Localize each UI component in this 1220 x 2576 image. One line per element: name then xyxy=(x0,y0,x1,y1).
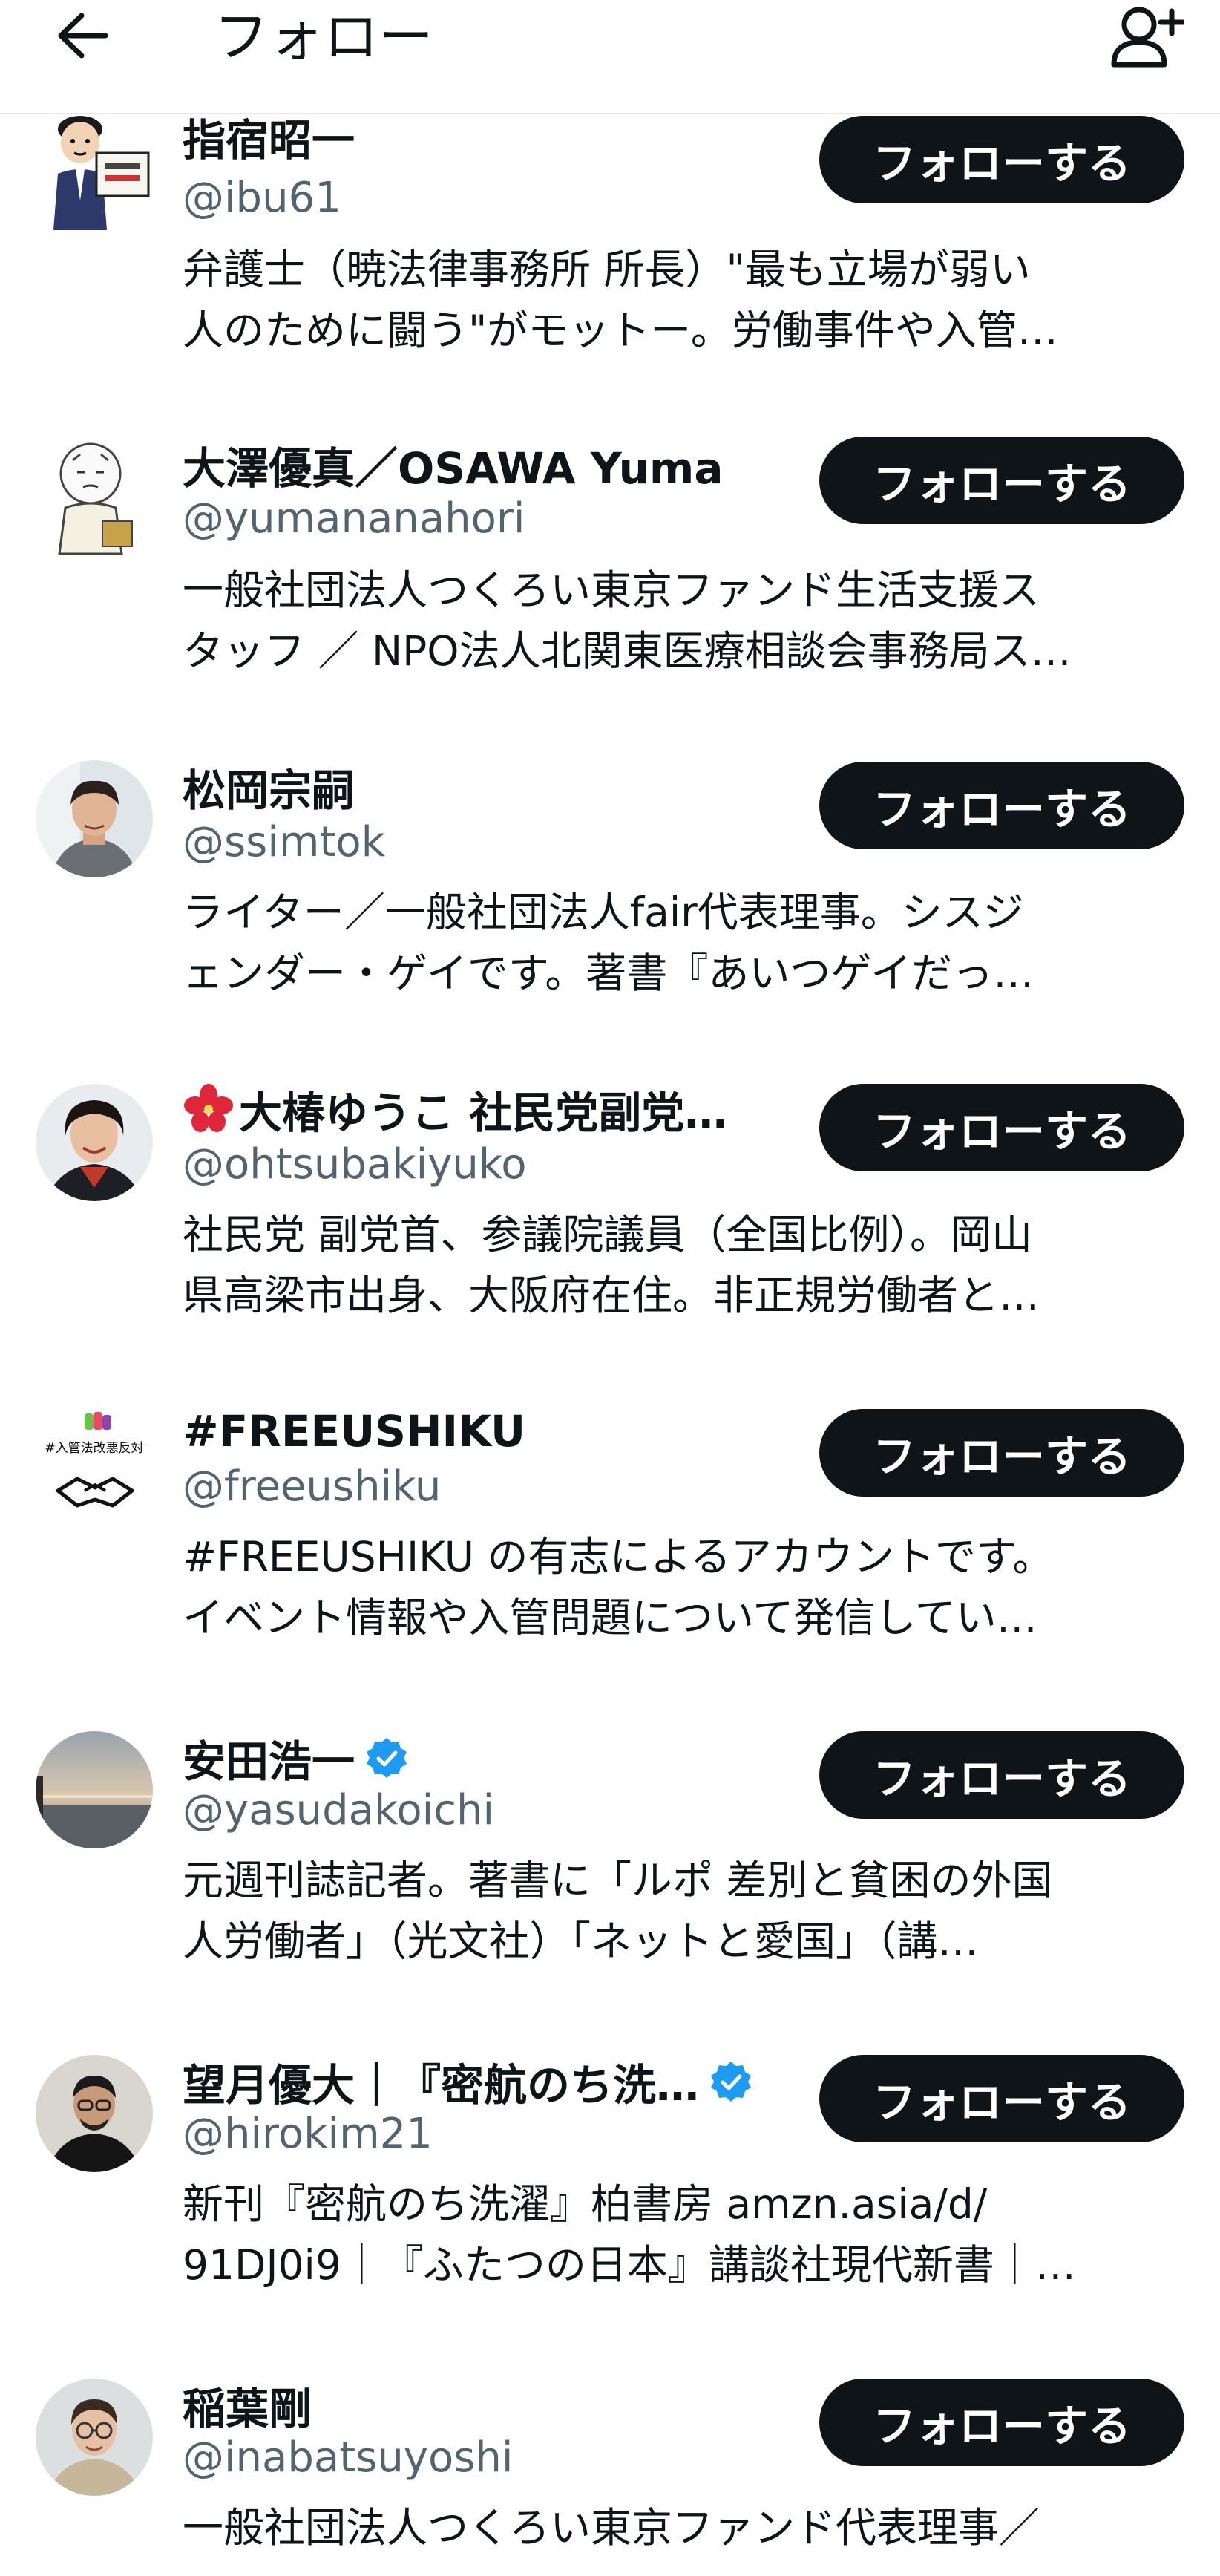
user-avatar[interactable] xyxy=(36,760,153,877)
bio-line: タッフ ／ NPO法人北関東医療相談会事務局ス… xyxy=(183,627,1072,675)
following-list: 指宿昭一 @ibu61 弁護士（暁法律事務所 所長）"最も立場が弱い 人のために… xyxy=(0,0,1220,2576)
user-handle[interactable]: @hirokim21 xyxy=(183,2108,433,2160)
name-row: 稲葉剛 xyxy=(183,2379,312,2436)
name-row: 指宿昭一 xyxy=(183,113,355,168)
bio-line: #FREEUSHIKU の有志によるアカウントです。 xyxy=(183,1533,1054,1580)
user-handle[interactable]: @inabatsuyoshi xyxy=(183,2432,513,2484)
user-avatar[interactable] xyxy=(36,1731,153,1848)
user-avatar[interactable] xyxy=(36,2055,153,2172)
user-name[interactable]: 松岡宗嗣 xyxy=(183,760,355,818)
name-row: #FREEUSHIKU xyxy=(183,1408,525,1459)
user-avatar[interactable]: #入管法改悪反対 xyxy=(36,1408,153,1525)
user-row[interactable]: 望月優大｜『密航のち洗… @hirokim21 新刊『密航のち洗濯』柏書房 am… xyxy=(0,2055,1220,2379)
bio-line: 社民党 副党首、参議院議員（全国比例）。岡山 xyxy=(183,1211,1032,1258)
user-name[interactable]: 望月優大｜『密航のち洗… xyxy=(183,2055,699,2113)
man-photo-avatar xyxy=(36,760,153,877)
name-row: 安田浩一 xyxy=(183,1731,408,1789)
user-avatar[interactable] xyxy=(36,2379,153,2496)
user-name[interactable]: 稲葉剛 xyxy=(183,2379,312,2436)
user-bio: 一般社団法人つくろい東京ファンド代表理事／ xyxy=(183,2497,1177,2558)
user-avatar[interactable] xyxy=(36,439,153,557)
follow-button[interactable]: フォローする xyxy=(819,2055,1184,2142)
avatar-label: #入管法改悪反対 xyxy=(45,1441,143,1456)
verified-badge-icon xyxy=(711,2062,752,2102)
name-row: 大椿ゆうこ 社民党副党… xyxy=(183,1084,727,1140)
user-bio: 元週刊誌記者。著書に「ルポ 差別と貧困の外国 人労働者」（光文社）「ネットと愛国… xyxy=(183,1850,1177,1972)
top-bar: フォロー xyxy=(0,0,1220,114)
bio-line: イベント情報や入管問題について発信してい… xyxy=(183,1594,1037,1641)
user-row[interactable]: #入管法改悪反対 #FREEUSHIKU @freeushiku #FREEUS… xyxy=(0,1408,1220,1731)
arrow-left-icon xyxy=(58,13,108,59)
name-row: 松岡宗嗣 xyxy=(183,760,355,818)
man-glasses-photo-avatar xyxy=(36,2379,153,2496)
user-handle[interactable]: @ssimtok xyxy=(183,817,385,869)
user-handle[interactable]: @yumananahori xyxy=(183,493,525,545)
user-handle[interactable]: @ibu61 xyxy=(183,172,341,224)
user-name[interactable]: 大椿ゆうこ 社民党副党… xyxy=(239,1084,727,1140)
bio-line: 元週刊誌記者。著書に「ルポ 差別と貧困の外国 xyxy=(183,1857,1053,1904)
user-row[interactable]: 稲葉剛 @inabatsuyoshi 一般社団法人つくろい東京ファンド代表理事／… xyxy=(0,2379,1220,2576)
follow-button[interactable]: フォローする xyxy=(819,762,1184,849)
follow-button[interactable]: フォローする xyxy=(819,437,1184,524)
woman-photo-avatar xyxy=(36,1084,153,1201)
user-bio: #FREEUSHIKU の有志によるアカウントです。 イベント情報や入管問題につ… xyxy=(183,1526,1177,1648)
bio-line: 県高梁市出身、大阪府在住。非正規労働者と… xyxy=(183,1272,1040,1319)
bio-line: 人のために闘う"がモットー。労働事件や入管… xyxy=(183,307,1058,354)
follow-button[interactable]: フォローする xyxy=(819,2379,1184,2466)
user-handle[interactable]: @freeushiku xyxy=(183,1461,441,1513)
bio-line: 新刊『密航のち洗濯』柏書房 amzn.asia/d/ xyxy=(183,2180,988,2228)
follow-button[interactable]: フォローする xyxy=(819,116,1184,203)
verified-badge-icon xyxy=(367,1738,407,1778)
sketch-character-avatar xyxy=(36,439,153,557)
follow-button[interactable]: フォローする xyxy=(819,1409,1184,1497)
bio-line: ェンダー・ゲイです。著書『あいつゲイだっ… xyxy=(183,949,1034,997)
name-row: 望月優大｜『密航のち洗… xyxy=(183,2055,752,2113)
user-bio: 社民党 副党首、参議院議員（全国比例）。岡山 県高梁市出身、大阪府在住。非正規労… xyxy=(183,1204,1177,1326)
user-name[interactable]: 大澤優真／OSAWA Yuma xyxy=(183,437,723,496)
bio-line: 91DJ0i9｜『ふたつの日本』講談社現代新書｜… xyxy=(183,2241,1076,2289)
bio-line: 一般社団法人つくろい東京ファンド生活支援ス xyxy=(183,566,1040,614)
handshake-logo-avatar: #入管法改悪反対 xyxy=(36,1408,153,1525)
user-bio: ライター／一般社団法人fair代表理事。シスジ ェンダー・ゲイです。著書『あいつ… xyxy=(183,882,1177,1004)
bio-line: 人労働者」（光文社）「ネットと愛国」（講… xyxy=(183,1918,979,1965)
add-user-button[interactable] xyxy=(1106,0,1187,71)
user-avatar[interactable] xyxy=(36,113,153,230)
user-row[interactable]: 指宿昭一 @ibu61 弁護士（暁法律事務所 所長）"最も立場が弱い 人のために… xyxy=(0,113,1220,432)
user-handle[interactable]: @yasudakoichi xyxy=(183,1785,494,1837)
bio-line: 弁護士（暁法律事務所 所長）"最も立場が弱い xyxy=(183,246,1031,293)
user-name[interactable]: 指宿昭一 xyxy=(183,113,355,168)
person-plus-icon xyxy=(1111,7,1184,68)
name-row: 大澤優真／OSAWA Yuma xyxy=(183,437,723,496)
user-bio: 一般社団法人つくろい東京ファンド生活支援ス タッフ ／ NPO法人北関東医療相談… xyxy=(183,560,1177,681)
cartoon-lawyer-avatar xyxy=(36,113,153,230)
user-bio: 弁護士（暁法律事務所 所長）"最も立場が弱い 人のために闘う"がモットー。労働事… xyxy=(183,239,1177,361)
user-row[interactable]: 松岡宗嗣 @ssimtok ライター／一般社団法人fair代表理事。シスジ ェン… xyxy=(0,760,1220,1084)
user-bio: 新刊『密航のち洗濯』柏書房 amzn.asia/d/ 91DJ0i9｜『ふたつの… xyxy=(183,2174,1177,2295)
hibiscus-icon xyxy=(184,1084,233,1132)
user-row[interactable]: 大澤優真／OSAWA Yuma @yumananahori 一般社団法人つくろい… xyxy=(0,437,1220,760)
user-name[interactable]: 安田浩一 xyxy=(183,1731,355,1789)
user-row[interactable]: 大椿ゆうこ 社民党副党… @ohtsubakiyuko 社民党 副党首、参議院議… xyxy=(0,1084,1220,1408)
user-handle[interactable]: @ohtsubakiyuko xyxy=(183,1139,527,1191)
back-button[interactable] xyxy=(46,0,120,71)
page-title: フォロー xyxy=(214,5,433,69)
bio-line: 一般社団法人つくろい東京ファンド代表理事／ xyxy=(183,2504,1040,2552)
sunset-sea-avatar xyxy=(36,1731,153,1848)
follow-button[interactable]: フォローする xyxy=(819,1731,1184,1819)
user-avatar[interactable] xyxy=(36,1084,153,1201)
man-dark-photo-avatar xyxy=(36,2055,153,2172)
user-name[interactable]: #FREEUSHIKU xyxy=(183,1408,525,1457)
follow-button[interactable]: フォローする xyxy=(819,1084,1184,1171)
user-row[interactable]: 安田浩一 @yasudakoichi 元週刊誌記者。著書に「ルポ 差別と貧困の外… xyxy=(0,1731,1220,2055)
bio-line: ライター／一般社団法人fair代表理事。シスジ xyxy=(183,889,1024,936)
